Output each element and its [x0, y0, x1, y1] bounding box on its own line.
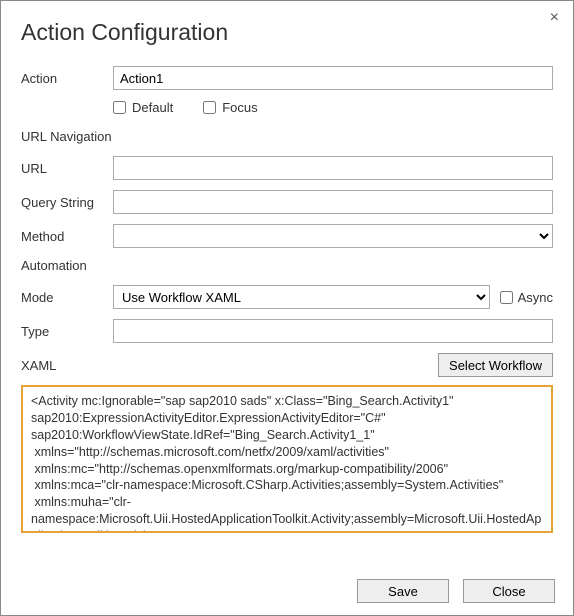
- focus-checkbox-label: Focus: [222, 100, 257, 115]
- dialog-title: Action Configuration: [21, 19, 553, 46]
- async-checkbox-input[interactable]: [500, 291, 513, 304]
- xaml-label: XAML: [21, 358, 113, 373]
- action-input[interactable]: [113, 66, 553, 90]
- automation-section: Automation: [21, 258, 553, 273]
- default-checkbox-input[interactable]: [113, 101, 126, 114]
- url-navigation-section: URL Navigation: [21, 129, 553, 144]
- async-checkbox-label: Async: [518, 290, 553, 305]
- focus-checkbox[interactable]: Focus: [203, 100, 257, 115]
- mode-label: Mode: [21, 290, 113, 305]
- type-input[interactable]: [113, 319, 553, 343]
- async-checkbox[interactable]: Async: [500, 290, 553, 305]
- close-button[interactable]: Close: [463, 579, 555, 603]
- action-label: Action: [21, 71, 113, 86]
- url-label: URL: [21, 161, 113, 176]
- query-string-input[interactable]: [113, 190, 553, 214]
- close-icon[interactable]: ×: [550, 9, 559, 27]
- default-checkbox[interactable]: Default: [113, 100, 173, 115]
- mode-select[interactable]: Use Workflow XAML: [113, 285, 490, 309]
- method-label: Method: [21, 229, 113, 244]
- url-input[interactable]: [113, 156, 553, 180]
- default-checkbox-label: Default: [132, 100, 173, 115]
- type-label: Type: [21, 324, 113, 339]
- select-workflow-button[interactable]: Select Workflow: [438, 353, 553, 377]
- xaml-content-box[interactable]: <Activity mc:Ignorable="sap sap2010 sads…: [21, 385, 553, 533]
- focus-checkbox-input[interactable]: [203, 101, 216, 114]
- query-string-label: Query String: [21, 195, 113, 210]
- save-button[interactable]: Save: [357, 579, 449, 603]
- method-select[interactable]: [113, 224, 553, 248]
